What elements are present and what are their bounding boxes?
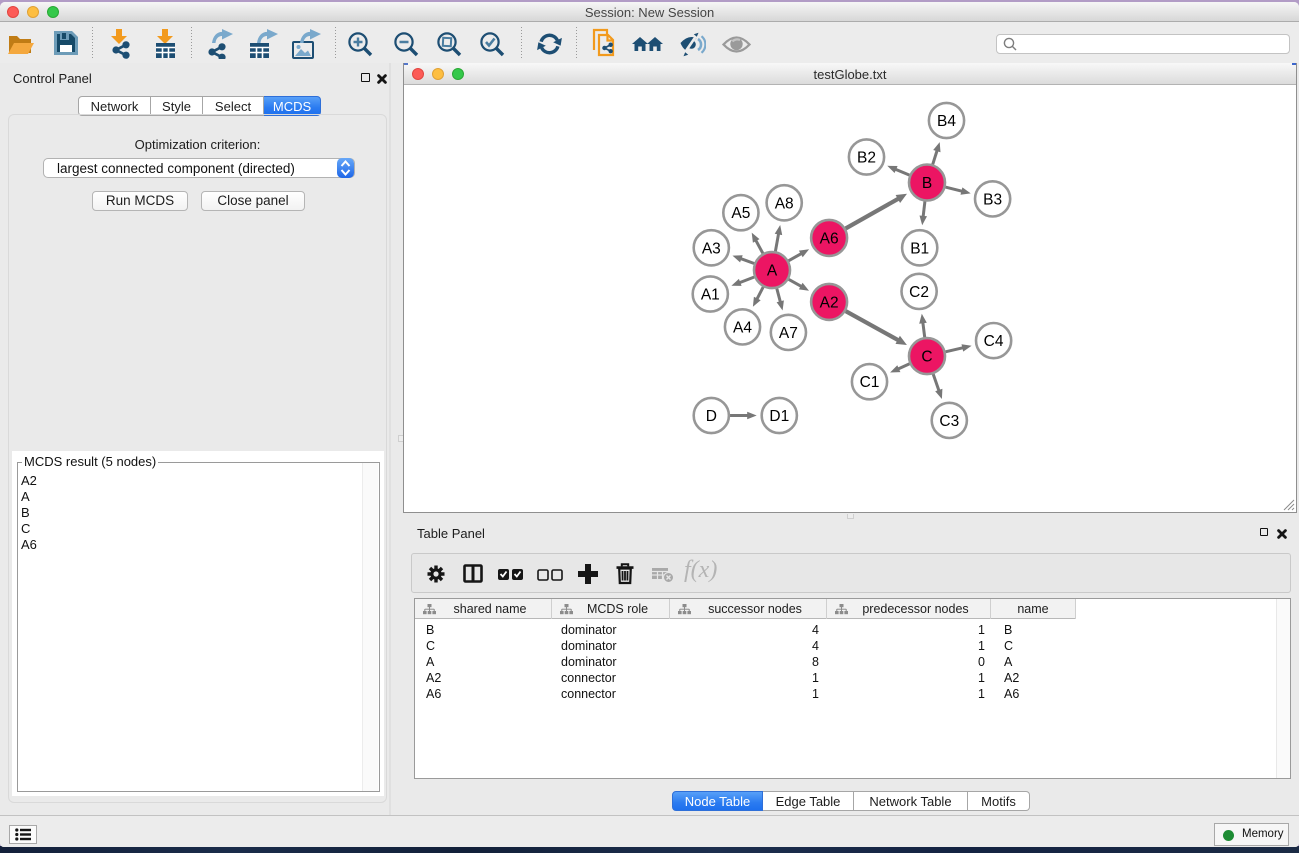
svg-text:A: A xyxy=(767,263,778,280)
svg-text:A6: A6 xyxy=(820,230,839,247)
svg-text:C3: C3 xyxy=(939,413,959,430)
svg-text:A1: A1 xyxy=(701,287,720,304)
svg-text:A5: A5 xyxy=(731,205,750,222)
svg-text:B: B xyxy=(922,175,932,192)
svg-text:A8: A8 xyxy=(775,195,794,212)
svg-text:B2: B2 xyxy=(857,150,876,167)
svg-text:B3: B3 xyxy=(983,191,1002,208)
svg-text:A3: A3 xyxy=(702,240,721,257)
svg-text:A7: A7 xyxy=(779,325,798,342)
svg-text:D1: D1 xyxy=(769,408,789,425)
svg-text:D: D xyxy=(706,408,717,425)
svg-text:C4: C4 xyxy=(984,333,1004,350)
svg-text:B4: B4 xyxy=(937,113,956,130)
svg-text:C1: C1 xyxy=(860,374,880,391)
svg-text:C: C xyxy=(921,349,932,366)
svg-text:A2: A2 xyxy=(820,294,839,311)
svg-text:C2: C2 xyxy=(909,284,929,301)
svg-text:A4: A4 xyxy=(733,319,752,336)
svg-text:B1: B1 xyxy=(910,240,929,257)
